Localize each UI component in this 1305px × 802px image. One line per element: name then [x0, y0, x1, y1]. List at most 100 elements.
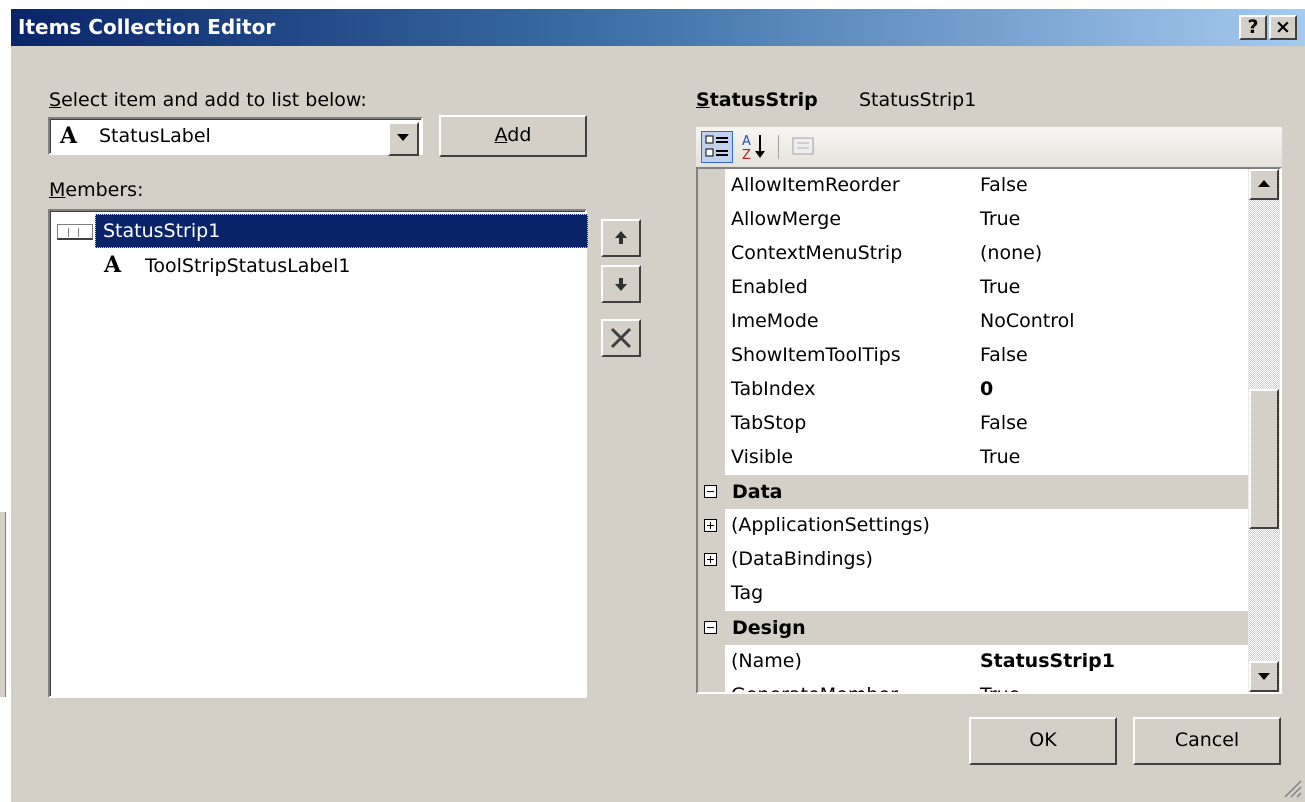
row-gutter	[698, 407, 725, 441]
property-value[interactable]: True	[973, 679, 1255, 692]
title-bar[interactable]: Items Collection Editor ? ×	[11, 9, 1305, 46]
row-gutter	[698, 339, 725, 373]
row-gutter	[698, 645, 725, 679]
item-type-combo[interactable]: A StatusLabel	[48, 117, 423, 156]
chevron-down-icon	[397, 134, 409, 141]
move-up-button[interactable]	[601, 219, 641, 257]
members-label: Members:	[49, 179, 144, 201]
property-value[interactable]: False	[973, 407, 1255, 442]
row-gutter	[698, 305, 725, 339]
property-row[interactable]: (Name) StatusStrip1	[698, 645, 1255, 680]
property-value[interactable]: True	[973, 203, 1255, 238]
expand-icon[interactable]	[704, 519, 717, 532]
property-category[interactable]: Design	[698, 611, 1248, 645]
property-name: (Name)	[725, 645, 979, 680]
property-name: AllowItemReorder	[725, 169, 979, 204]
add-button[interactable]: Add	[439, 115, 587, 157]
property-value[interactable]: False	[973, 339, 1255, 374]
property-name: Enabled	[725, 271, 979, 306]
property-value[interactable]: NoControl	[973, 305, 1255, 340]
row-gutter	[698, 203, 725, 237]
property-row[interactable]: Enabled True	[698, 271, 1255, 306]
members-list[interactable]: StatusStrip1 A ToolStripStatusLabel1	[48, 209, 588, 698]
row-gutter	[698, 237, 725, 271]
property-grid-object-name: StatusStrip1	[859, 89, 977, 111]
list-item-statusstrip1[interactable]: StatusStrip1	[95, 214, 588, 248]
close-button[interactable]: ×	[1269, 15, 1297, 40]
move-down-button[interactable]	[601, 265, 641, 303]
property-row[interactable]: ImeMode NoControl	[698, 305, 1255, 340]
expand-icon[interactable]	[704, 553, 717, 566]
alphabetical-button[interactable]: A Z	[740, 131, 772, 163]
property-name: TabStop	[725, 407, 979, 442]
help-button[interactable]: ?	[1239, 15, 1267, 40]
svg-text:A: A	[742, 134, 751, 149]
background-window-edge	[0, 512, 6, 697]
property-row[interactable]: AllowMerge True	[698, 203, 1255, 238]
property-row[interactable]: GenerateMemberTrue	[698, 679, 1255, 692]
property-row[interactable]: TabIndex 0	[698, 373, 1255, 408]
property-pages-button[interactable]	[788, 131, 820, 163]
property-value[interactable]	[973, 577, 1255, 612]
text-label-icon: A	[60, 123, 78, 149]
chevron-down-icon	[1258, 673, 1270, 680]
property-value[interactable]: (none)	[973, 237, 1255, 272]
property-name: Tag	[725, 577, 979, 612]
property-value[interactable]: False	[973, 169, 1255, 204]
property-grid-type: StatusStrip	[696, 89, 818, 111]
items-collection-editor-dialog: Items Collection Editor ? × Select item …	[9, 8, 1305, 802]
property-name: GenerateMember	[725, 679, 979, 692]
row-gutter	[698, 441, 725, 475]
row-gutter	[698, 577, 725, 611]
help-icon: ?	[1247, 16, 1259, 38]
property-row[interactable]: TabStop False	[698, 407, 1255, 442]
categorized-button[interactable]	[701, 131, 733, 163]
alphabetical-icon: A Z	[742, 134, 765, 163]
property-row[interactable]: Tag	[698, 577, 1255, 612]
property-value[interactable]	[973, 543, 1255, 578]
row-gutter	[698, 373, 725, 407]
list-item-toolstripstatuslabel1[interactable]: A ToolStripStatusLabel1	[91, 250, 588, 284]
categorized-icon	[705, 135, 728, 157]
property-row[interactable]: ContextMenuStrip (none)	[698, 237, 1255, 272]
cancel-button[interactable]: Cancel	[1133, 717, 1281, 765]
list-item-label: StatusStrip1	[103, 220, 221, 242]
status-strip-icon	[57, 224, 93, 240]
property-value[interactable]: True	[973, 441, 1255, 476]
property-value[interactable]: StatusStrip1	[973, 645, 1255, 680]
collapse-icon[interactable]	[704, 621, 717, 634]
property-value[interactable]	[973, 509, 1255, 544]
select-item-label: Select item and add to list below:	[49, 89, 367, 111]
property-value[interactable]: 0	[973, 373, 1255, 408]
property-value[interactable]: True	[973, 271, 1255, 306]
category-background	[725, 475, 1248, 509]
toolbar-separator	[778, 135, 779, 159]
property-row[interactable]: ShowItemToolTips False	[698, 339, 1255, 374]
property-category[interactable]: Data	[698, 475, 1248, 509]
scroll-up-button[interactable]	[1249, 169, 1279, 200]
category-label: Data	[732, 481, 783, 503]
vertical-scrollbar[interactable]	[1248, 169, 1280, 692]
arrow-down-icon	[615, 278, 627, 291]
property-name: AllowMerge	[725, 203, 979, 238]
row-gutter	[698, 679, 725, 692]
remove-button[interactable]	[601, 319, 641, 357]
chevron-up-icon	[1258, 180, 1270, 187]
property-name: ShowItemToolTips	[725, 339, 979, 374]
svg-text:Z: Z	[742, 148, 751, 161]
combo-value: StatusLabel	[99, 125, 211, 147]
resize-grip-icon[interactable]	[1281, 777, 1303, 799]
text-label-icon: A	[104, 252, 122, 278]
property-grid[interactable]: AllowItemReorder False AllowMerge True Conte…	[696, 167, 1282, 694]
scroll-down-button[interactable]	[1249, 661, 1279, 692]
scroll-thumb[interactable]	[1249, 389, 1279, 529]
collapse-icon[interactable]	[704, 485, 717, 498]
property-row[interactable]: Visible True	[698, 441, 1255, 476]
property-row[interactable]: (ApplicationSettings)	[698, 509, 1255, 544]
ok-button[interactable]: OK	[969, 717, 1117, 765]
property-row[interactable]: AllowItemReorder False	[698, 169, 1255, 204]
property-name: Visible	[725, 441, 979, 476]
combo-dropdown-button[interactable]	[388, 122, 419, 156]
property-row[interactable]: (DataBindings)	[698, 543, 1255, 578]
property-name: ImeMode	[725, 305, 979, 340]
